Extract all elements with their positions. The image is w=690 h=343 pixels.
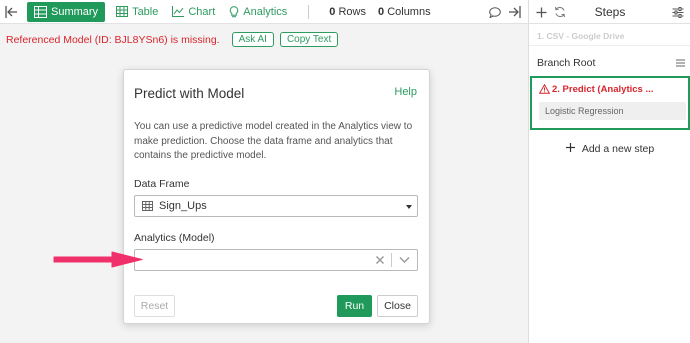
chart-view-button[interactable]: Chart — [165, 2, 222, 22]
step-1-label: 1. CSV - Google Drive — [537, 31, 625, 41]
analytics-model-select[interactable] — [134, 249, 418, 271]
table-view-button[interactable]: Table — [109, 2, 165, 22]
comment-icon[interactable] — [488, 6, 501, 18]
predict-with-model-dialog: Predict with Model Help You can use a pr… — [123, 69, 430, 324]
menu-icon[interactable] — [676, 58, 685, 70]
column-count-value: 0 — [378, 5, 385, 18]
summary-view-button[interactable]: Summary — [27, 1, 106, 22]
step-2-predict[interactable]: 2. Predict (Analytics ... Logistic Regre… — [530, 76, 690, 130]
data-frame-select[interactable]: Sign_Ups — [134, 195, 418, 217]
collapse-left-icon[interactable] — [0, 0, 22, 24]
error-message: Referenced Model (ID: BJL8YSn6) is missi… — [6, 33, 220, 46]
lightbulb-icon — [229, 5, 239, 18]
steps-title: Steps — [594, 5, 626, 19]
steps-panel: Steps 1. CSV - Google Drive Branch Root … — [528, 0, 690, 343]
clear-icon[interactable] — [375, 255, 385, 265]
table-grid-icon — [116, 6, 129, 17]
reset-button[interactable]: Reset — [134, 295, 175, 317]
add-new-step-button[interactable]: Add a new step — [529, 143, 690, 159]
annotation-arrow — [53, 251, 143, 268]
toolbar-divider — [308, 4, 310, 19]
plus-icon — [565, 143, 575, 155]
column-count-label: Columns — [387, 5, 431, 18]
data-frame-label: Data Frame — [134, 178, 190, 190]
close-button[interactable]: Close — [377, 295, 418, 317]
step-1-csv[interactable]: 1. CSV - Google Drive — [529, 26, 690, 46]
chart-view-label: Chart — [188, 5, 216, 18]
table-view-label: Table — [132, 5, 159, 18]
chevron-down-icon[interactable] — [399, 256, 410, 264]
row-count: 0 Rows — [329, 6, 366, 18]
caret-down-icon — [406, 205, 412, 209]
warning-icon — [538, 83, 551, 97]
summary-table-icon — [34, 5, 47, 18]
view-toolbar: Summary Table Chart Analytics 0 Rows 0 C… — [0, 0, 528, 24]
branch-root[interactable]: Branch Root — [529, 52, 690, 72]
copy-text-button[interactable]: Copy Text — [279, 32, 339, 47]
chart-icon — [172, 6, 185, 17]
ask-ai-button[interactable]: Ask AI — [231, 32, 274, 47]
row-count-value: 0 — [329, 5, 336, 18]
analytics-view-label: Analytics — [243, 5, 288, 18]
step-2-detail: Logistic Regression — [539, 102, 686, 120]
data-frame-value: Sign_Ups — [159, 200, 207, 212]
summary-view-label: Summary — [51, 5, 99, 18]
steps-header: Steps — [529, 0, 690, 24]
branch-root-label: Branch Root — [537, 57, 596, 69]
error-message-bar: Referenced Model (ID: BJL8YSn6) is missi… — [6, 32, 339, 47]
step-2-label: 2. Predict (Analytics ... — [552, 84, 654, 95]
run-button[interactable]: Run — [337, 295, 372, 317]
add-new-step-label: Add a new step — [581, 143, 655, 156]
dialog-description: You can use a predictive model created i… — [134, 121, 413, 161]
row-count-label: Rows — [338, 5, 366, 18]
analytics-model-label: Analytics (Model) — [134, 232, 215, 244]
column-count: 0 Columns — [378, 6, 431, 18]
collapse-right-icon[interactable] — [508, 6, 521, 18]
select-divider — [391, 253, 392, 267]
dialog-title: Predict with Model — [134, 86, 245, 101]
table-grid-icon — [142, 201, 153, 211]
analytics-view-button[interactable]: Analytics — [222, 2, 294, 22]
help-link[interactable]: Help — [394, 86, 417, 98]
sliders-icon[interactable] — [672, 6, 684, 18]
